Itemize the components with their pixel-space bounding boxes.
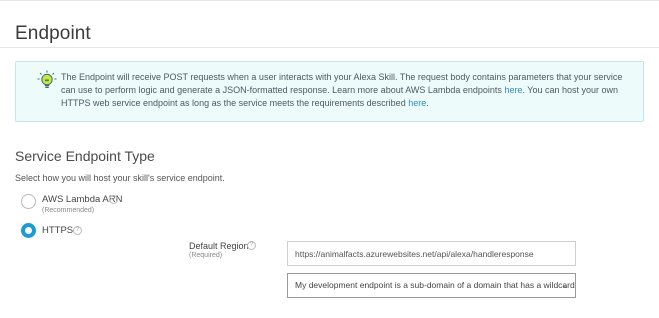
radio-https[interactable] [21,223,36,238]
lightbulb-icon [37,70,57,90]
help-icon[interactable]: ? [247,241,256,250]
section-description: Select how you will host your skill's se… [15,173,225,183]
help-icon[interactable]: ? [109,195,118,204]
page-title: Endpoint [15,23,91,44]
info-box: The Endpoint will receive POST requests … [15,61,644,122]
info-text: The Endpoint will receive POST requests … [61,71,631,110]
info-line-3: meets the requirements described [269,98,409,108]
requirements-link[interactable]: here [408,98,426,108]
certificate-type-select[interactable]: My development endpoint is a sub-domain … [287,273,576,298]
endpoint-panel: Endpoint The Endpoint will receive POST … [0,0,659,318]
help-icon[interactable]: ? [73,226,82,235]
info-line-3-end: . [426,98,429,108]
lambda-docs-link[interactable]: here [504,85,522,95]
option-sub-lambda: (Recommended) [42,207,95,214]
default-region-label: Default Region [189,241,249,251]
radio-aws-lambda[interactable] [21,194,36,209]
certificate-type-value: My development endpoint is a sub-domain … [295,280,576,290]
chevron-down-icon: ⌄ [561,280,569,290]
section-title: Service Endpoint Type [15,148,155,164]
info-line-2: and generate a JSON-formatted response. … [159,85,505,95]
title-divider [0,47,659,48]
default-region-sub: (Required) [189,252,223,259]
endpoint-url-input[interactable] [287,241,576,266]
option-label-https: HTTPS [42,225,74,236]
